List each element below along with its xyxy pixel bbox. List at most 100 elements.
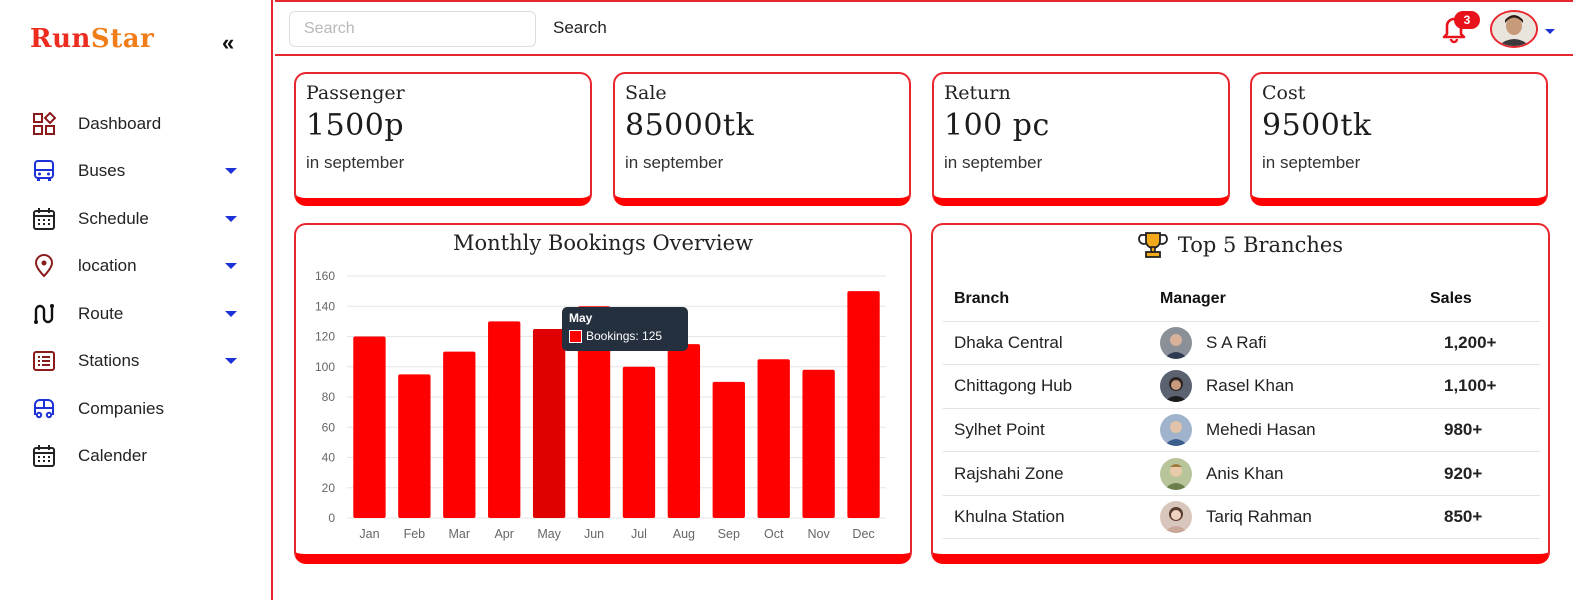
stat-title: Cost [1262,82,1306,104]
chevron-down-icon[interactable] [225,215,237,222]
notification-badge: 3 [1454,11,1480,29]
chevron-down-icon[interactable] [225,310,237,317]
sidebar-item-buses[interactable]: Buses [0,148,271,196]
branch-name: Sylhet Point [943,408,1160,453]
sidebar-item-dashboard[interactable]: Dashboard [0,100,271,148]
avatar [1160,501,1192,534]
tooltip-label: Bookings: 125 [586,329,663,343]
branch-name: Chittagong Hub [943,364,1160,409]
bar-nov[interactable] [802,369,835,518]
sales-value: 920+ [1422,451,1540,496]
sidebar-item-stations[interactable]: Stations [0,338,271,386]
avatar [1160,370,1192,403]
chevron-down-icon[interactable] [225,168,237,175]
sidebar: RunStar « Dashboard Buses Schedule locat… [0,0,273,600]
stat-card-return: Return 100 pc in september [932,72,1230,206]
location-pin-icon [32,254,56,278]
list-icon [32,349,56,373]
brand-logo[interactable]: RunStar [30,24,154,54]
chevron-down-icon[interactable] [225,358,237,365]
dashboard-icon [32,111,56,136]
trophy-icon [1138,231,1168,259]
y-tick-label: 60 [322,420,336,434]
tooltip-row: Bookings: 125 [569,329,681,343]
y-tick-label: 140 [315,299,335,313]
search-input[interactable] [289,11,536,47]
legend-swatch [569,329,582,343]
stat-title: Passenger [306,82,405,104]
sidebar-item-schedule[interactable]: Schedule [0,195,271,243]
sidebar-item-label: Stations [78,351,140,371]
manager-name: Tariq Rahman [1206,507,1312,527]
stat-card-cost: Cost 9500tk in september [1250,72,1548,206]
sidebar-item-label: Companies [78,398,164,418]
table-row[interactable]: Rajshahi Zone Anis Khan 920+ [943,451,1540,496]
stat-subtitle: in september [1262,153,1361,172]
table-row[interactable]: Sylhet Point Mehedi Hasan 980+ [943,408,1540,453]
bar-apr[interactable] [488,321,521,518]
avatar[interactable] [1490,10,1538,48]
x-tick-label: Mar [449,527,471,541]
sidebar-item-companies[interactable]: Companies [0,385,271,433]
branch-name: Rajshahi Zone [943,451,1160,496]
branches-title-text: Top 5 Branches [1177,233,1344,257]
x-tick-label: Oct [764,527,784,541]
x-tick-label: May [537,527,561,541]
sidebar-item-label: Buses [78,161,126,181]
sidebar-item-label: Route [78,303,124,323]
y-tick-label: 160 [315,269,335,283]
bar-jan[interactable] [353,336,386,519]
avatar [1160,326,1192,359]
stat-subtitle: in september [306,153,405,172]
y-tick-label: 100 [315,360,335,374]
manager-name: Rasel Khan [1206,376,1294,396]
bookings-bar-chart[interactable]: 0 20 40 60 80 100 120 140 160 Jan Feb Mar Apr May Jun J… [296,225,910,554]
sidebar-item-calender[interactable]: Calender [0,433,271,481]
bar-jul[interactable] [622,366,656,518]
bar-oct[interactable] [757,359,790,518]
sales-value: 980+ [1422,408,1540,453]
sales-value: 1,100+ [1422,364,1540,409]
bar-feb[interactable] [398,374,431,518]
x-tick-label: Jul [631,527,647,541]
x-tick-label: Apr [494,527,513,541]
chart-tooltip: May Bookings: 125 [562,307,688,351]
table-row[interactable]: Dhaka Central S A Rafi 1,200+ [943,321,1540,366]
x-tick-label: Aug [673,527,695,541]
chevron-down-icon[interactable] [225,263,237,270]
bar-may[interactable] [532,328,566,518]
manager-name: Mehedi Hasan [1206,419,1316,439]
avatar [1160,413,1192,446]
sidebar-collapse-button[interactable]: « [222,30,234,56]
x-tick-label: Feb [404,527,426,541]
bar-aug[interactable] [667,344,701,518]
stat-card-passenger: Passenger 1500p in september [294,72,592,206]
bar-sep[interactable] [712,381,745,518]
chevron-down-icon[interactable] [1545,29,1555,34]
sidebar-item-label: Dashboard [78,113,162,133]
branch-name: Khulna Station [943,495,1160,540]
branches-title: Top 5 Branches [933,231,1548,259]
x-tick-label: Nov [808,527,831,541]
bar-mar[interactable] [443,351,476,518]
topbar: Search 3 [275,0,1573,56]
x-tick-label: Jan [359,527,379,541]
search-button[interactable]: Search [553,18,607,38]
table-row[interactable]: Chittagong Hub Rasel Khan 1,100+ [943,364,1540,409]
top-branches-panel: Top 5 Branches Branch Manager Sales Dhak… [931,223,1550,564]
sidebar-item-route[interactable]: Route [0,290,271,338]
y-tick-label: 120 [315,330,335,344]
y-tick-label: 80 [322,390,336,404]
table-header-row: Branch Manager Sales [943,277,1540,322]
manager-name: S A Rafi [1206,332,1267,352]
column-header-sales[interactable]: Sales [1422,277,1540,322]
stat-subtitle: in september [625,153,724,172]
monthly-bookings-panel: 0 20 40 60 80 100 120 140 160 Jan Feb Mar Apr May Jun J… [294,223,912,564]
column-header-branch[interactable]: Branch [943,277,1160,322]
sidebar-item-location[interactable]: location [0,243,271,291]
sidebar-item-label: location [78,256,137,276]
column-header-manager[interactable]: Manager [1160,277,1422,322]
y-tick-label: 20 [322,481,336,495]
bar-dec[interactable] [847,291,880,518]
table-row[interactable]: Khulna Station Tariq Rahman 850+ [943,495,1540,540]
